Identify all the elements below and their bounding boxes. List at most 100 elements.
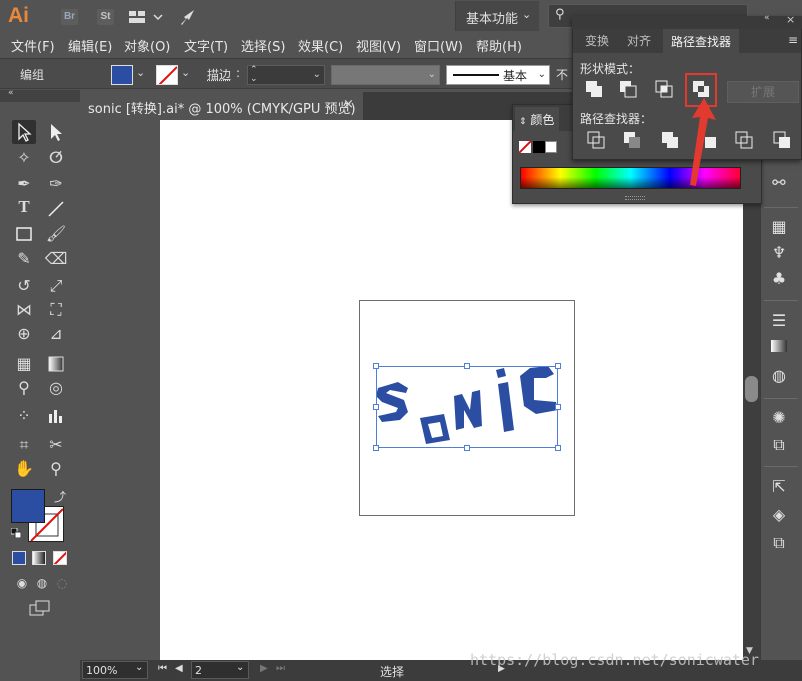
blend-tool[interactable]: ◎: [44, 376, 68, 400]
selection-tool[interactable]: [12, 120, 36, 144]
shaper-tool[interactable]: ✎: [12, 247, 36, 271]
divide-button[interactable]: [585, 131, 607, 153]
tab-pathfinder[interactable]: 路径查找器: [663, 29, 739, 53]
intersect-button[interactable]: [653, 80, 675, 102]
bounding-box-handle[interactable]: [464, 445, 470, 451]
none-mode-button[interactable]: [53, 551, 67, 565]
eraser-tool[interactable]: ⌫: [44, 247, 68, 271]
artboard-number-field[interactable]: 2 ⌄: [191, 661, 249, 679]
color-mode-button[interactable]: [12, 551, 26, 565]
export-icon[interactable]: ⇱: [768, 476, 790, 498]
last-artboard-icon[interactable]: ⏭: [276, 663, 285, 674]
symbols-icon[interactable]: ♣: [768, 268, 790, 290]
bounding-box-handle[interactable]: [555, 404, 561, 410]
white-color-button[interactable]: [545, 141, 557, 153]
direct-selection-tool[interactable]: [44, 120, 68, 144]
menu-help[interactable]: 帮助(H): [476, 36, 522, 55]
chevron-down-icon[interactable]: ⌄: [313, 66, 321, 84]
variable-width-profile[interactable]: ⌄: [331, 65, 440, 85]
mesh-tool[interactable]: ▦: [12, 352, 36, 376]
artboard-tool[interactable]: ⌗: [12, 433, 36, 457]
default-colors-icon[interactable]: [10, 527, 22, 539]
rotate-tool[interactable]: ↺: [12, 274, 36, 298]
chevron-down-icon[interactable]: ⌄: [538, 66, 546, 84]
curvature-tool[interactable]: ✑: [44, 172, 68, 196]
paintbrush-tool[interactable]: 🖌: [44, 222, 68, 246]
stroke-weight-field[interactable]: ⌃ ⌄ ⌄: [247, 65, 325, 85]
chevron-down-icon[interactable]: ⌄: [135, 662, 143, 673]
trim-button[interactable]: [621, 131, 643, 153]
menu-window[interactable]: 窗口(W): [414, 36, 463, 55]
swap-fill-stroke-icon[interactable]: ⤴: [54, 488, 66, 505]
line-segment-tool[interactable]: [44, 197, 68, 221]
bounding-box-handle[interactable]: [555, 363, 561, 369]
brush-definition-dropdown[interactable]: 基本 ⌄: [446, 65, 550, 85]
menu-select[interactable]: 选择(S): [241, 36, 285, 55]
stroke-swatch[interactable]: [156, 65, 178, 85]
gradient-tool[interactable]: [44, 352, 68, 376]
merge-button[interactable]: [659, 131, 681, 153]
collapse-icon[interactable]: «: [764, 13, 770, 23]
width-tool[interactable]: ⋈: [12, 298, 36, 322]
pen-tool[interactable]: ✒: [12, 172, 36, 196]
bounding-box-handle[interactable]: [373, 404, 379, 410]
opacity-label[interactable]: 不: [556, 66, 568, 83]
minus-front-button[interactable]: [617, 80, 639, 102]
stroke-label[interactable]: 描边: [207, 66, 231, 83]
graphic-styles-icon[interactable]: ⧉: [768, 434, 790, 456]
artboards-icon[interactable]: ⧉: [768, 532, 790, 554]
swatches-icon[interactable]: ▦: [768, 216, 790, 238]
layers-icon[interactable]: ◈: [768, 504, 790, 526]
none-color-button[interactable]: [519, 141, 531, 153]
expand-button[interactable]: 扩展: [727, 81, 799, 103]
panel-menu-icon[interactable]: ≡: [788, 33, 798, 47]
menu-view[interactable]: 视图(V): [356, 36, 401, 55]
black-color-button[interactable]: [533, 141, 545, 153]
close-icon[interactable]: ×: [343, 97, 354, 112]
chevron-down-icon[interactable]: ⌄: [236, 662, 244, 673]
scrollbar-thumb[interactable]: [745, 376, 758, 402]
bounding-box-handle[interactable]: [373, 445, 379, 451]
chevron-down-icon[interactable]: ⌄: [136, 66, 145, 79]
type-tool[interactable]: T: [12, 197, 36, 221]
lasso-tool[interactable]: ⵚ: [44, 146, 68, 170]
arrange-documents-icon[interactable]: [129, 9, 165, 25]
magic-wand-tool[interactable]: ✧: [12, 146, 36, 170]
color-panel-tab[interactable]: ⇕ 颜色: [515, 107, 559, 131]
fill-swatch[interactable]: [111, 65, 133, 85]
menu-edit[interactable]: 编辑(E): [68, 36, 112, 55]
stroke-panel-icon[interactable]: ☰: [768, 310, 790, 332]
appearance-icon[interactable]: ✺: [768, 407, 790, 429]
collapse-icon[interactable]: «: [8, 88, 14, 98]
tab-transform[interactable]: 变换: [585, 32, 609, 49]
gradient-mode-button[interactable]: [32, 551, 46, 565]
symbol-sprayer-tool[interactable]: ⁘: [12, 404, 36, 428]
previous-artboard-icon[interactable]: ◀: [175, 663, 183, 674]
rectangle-tool[interactable]: [12, 222, 36, 246]
menu-type[interactable]: 文字(T): [184, 36, 228, 55]
slice-tool[interactable]: ✂: [44, 433, 68, 457]
bounding-box-handle[interactable]: [464, 363, 470, 369]
bounding-box-handle[interactable]: [555, 445, 561, 451]
document-tab[interactable]: sonic [转换].ai* @ 100% (CMYK/GPU 预览) ×: [80, 92, 363, 120]
pathfinder-panel-grip[interactable]: « ×: [572, 13, 802, 29]
screen-mode-icon[interactable]: [29, 600, 51, 616]
menu-effect[interactable]: 效果(C): [298, 36, 343, 55]
stepper-icon[interactable]: ⌃ ⌄: [250, 66, 258, 84]
column-graph-tool[interactable]: [44, 404, 68, 428]
fill-color-swatch[interactable]: [11, 489, 45, 523]
zoom-field[interactable]: 100% ⌄: [82, 661, 148, 679]
selection-bounding-box[interactable]: [376, 366, 558, 448]
perspective-grid-tool[interactable]: ⊿: [44, 322, 68, 346]
bounding-box-handle[interactable]: [373, 363, 379, 369]
outline-button[interactable]: [733, 131, 755, 153]
hand-tool[interactable]: ✋: [12, 457, 36, 481]
bridge-button[interactable]: Br: [61, 9, 78, 25]
workspace-switcher[interactable]: 基本功能 ⌄: [455, 1, 539, 31]
chevron-down-icon[interactable]: ⌄: [428, 66, 436, 84]
menu-file[interactable]: 文件(F): [11, 36, 55, 55]
shape-builder-tool[interactable]: ⊕: [12, 322, 36, 346]
zoom-tool[interactable]: ⚲: [44, 457, 68, 481]
unite-button[interactable]: [583, 80, 605, 102]
links-icon[interactable]: ⚯: [768, 172, 790, 194]
